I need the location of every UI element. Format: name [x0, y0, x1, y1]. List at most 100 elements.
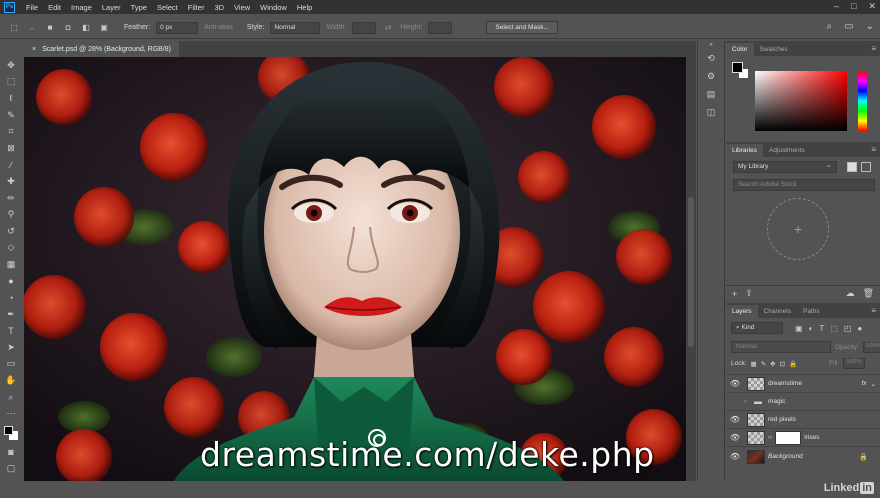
move-tool-icon[interactable]: ✥: [0, 57, 22, 74]
marquee-tool-icon[interactable]: ⬚: [0, 74, 22, 91]
pixel-filter-icon[interactable]: ▣: [795, 324, 803, 333]
menu-file[interactable]: File: [21, 3, 43, 12]
zoom-tool-icon[interactable]: ⌕: [0, 389, 22, 406]
lock-all-icon[interactable]: 🔒: [789, 360, 797, 368]
document-canvas[interactable]: [24, 57, 686, 481]
blend-mode-select[interactable]: Normal: [731, 341, 831, 353]
height-input[interactable]: [428, 21, 453, 34]
color-swatches-icon[interactable]: [0, 422, 22, 444]
channels-panel-icon[interactable]: ◫: [698, 103, 724, 121]
tab-paths[interactable]: Paths: [797, 305, 826, 318]
list-view-icon[interactable]: [861, 162, 871, 172]
foreground-color-swatch[interactable]: [732, 62, 743, 73]
add-content-icon[interactable]: +: [732, 289, 737, 299]
stamp-tool-icon[interactable]: ⚲: [0, 206, 22, 223]
layer-mask-thumbnail[interactable]: [775, 430, 802, 445]
lock-artboard-icon[interactable]: ⊡: [780, 360, 785, 368]
lasso-tool-icon[interactable]: ℓ: [0, 90, 22, 107]
menu-filter[interactable]: Filter: [183, 3, 210, 12]
stock-search-input[interactable]: Search Adobe Stock: [733, 179, 875, 191]
adjustment-filter-icon[interactable]: ◐: [809, 324, 814, 333]
swap-icon[interactable]: ⇄: [382, 22, 394, 34]
lock-pixels-icon[interactable]: ✎: [761, 360, 766, 368]
tab-layers[interactable]: Layers: [726, 305, 758, 318]
quick-select-tool-icon[interactable]: ✎: [0, 107, 22, 124]
close-icon[interactable]: ✕: [868, 1, 876, 12]
tab-swatches[interactable]: Swatches: [754, 43, 794, 56]
library-select[interactable]: My Library: [733, 160, 837, 173]
gradient-tool-icon[interactable]: ▦: [0, 256, 22, 273]
menu-view[interactable]: View: [229, 3, 255, 12]
brush-tool-icon[interactable]: ✏: [0, 190, 22, 207]
path-select-tool-icon[interactable]: ➤: [0, 339, 22, 356]
layer-row[interactable]: 👁 red pixels: [726, 410, 880, 428]
document-tab[interactable]: × Scarlet.psd @ 28% (Background, RGB/8): [24, 41, 179, 57]
type-tool-icon[interactable]: T: [0, 323, 22, 340]
fx-badge[interactable]: fx: [861, 380, 866, 387]
swatches-panel-icon[interactable]: ▤: [698, 85, 724, 103]
intersect-selection-icon[interactable]: ▣: [98, 22, 110, 34]
minimize-icon[interactable]: –: [834, 1, 839, 12]
library-drop-zone[interactable]: +: [767, 198, 829, 260]
width-input[interactable]: [352, 21, 377, 34]
add-selection-icon[interactable]: ◘: [62, 22, 74, 34]
cloud-icon[interactable]: ☁: [846, 288, 855, 299]
eye-icon[interactable]: 👁: [726, 452, 744, 461]
search-icon[interactable]: ⌕: [827, 21, 833, 32]
workspace-icon[interactable]: ▭: [844, 21, 853, 32]
panel-menu-icon[interactable]: ≡: [871, 306, 876, 315]
subtract-selection-icon[interactable]: ◧: [80, 22, 92, 34]
menu-select[interactable]: Select: [152, 3, 183, 12]
eye-icon[interactable]: 👁: [726, 433, 744, 442]
crop-tool-icon[interactable]: ⌗: [0, 123, 22, 140]
history-brush-tool-icon[interactable]: ↺: [0, 223, 22, 240]
lock-position-icon[interactable]: ✥: [770, 360, 775, 368]
chevron-right-icon[interactable]: ›: [744, 398, 754, 405]
tab-adjustments[interactable]: Adjustments: [763, 144, 811, 157]
scrollbar-thumb[interactable]: [688, 197, 694, 347]
canvas-scrollbar[interactable]: [686, 57, 696, 481]
menu-edit[interactable]: Edit: [43, 3, 66, 12]
shape-tool-icon[interactable]: ▭: [0, 356, 22, 373]
shape-filter-icon[interactable]: ⬚: [830, 324, 838, 333]
dodge-tool-icon[interactable]: ◔: [0, 289, 22, 306]
menu-image[interactable]: Image: [66, 3, 97, 12]
menu-3d[interactable]: 3D: [209, 3, 229, 12]
maximize-icon[interactable]: □: [851, 1, 856, 12]
tab-color[interactable]: Color: [726, 43, 754, 56]
menu-window[interactable]: Window: [255, 3, 292, 12]
lock-transparent-icon[interactable]: ▦: [751, 360, 757, 368]
healing-tool-icon[interactable]: ✚: [0, 173, 22, 190]
type-filter-icon[interactable]: T: [819, 324, 824, 333]
feather-input[interactable]: 0 px: [156, 21, 199, 34]
upload-icon[interactable]: ⇪: [745, 288, 753, 299]
blur-tool-icon[interactable]: ●: [0, 273, 22, 290]
smartobject-filter-icon[interactable]: ◰: [844, 324, 852, 333]
chevron-down-icon[interactable]: ⌄: [866, 21, 874, 32]
panel-menu-icon[interactable]: ≡: [871, 145, 876, 154]
hand-tool-icon[interactable]: ✋: [0, 372, 22, 389]
lock-icon[interactable]: 🔒: [859, 453, 868, 461]
more-tools-icon[interactable]: ⋯: [0, 405, 22, 422]
fill-input[interactable]: 100%: [843, 358, 866, 369]
layer-row[interactable]: › ▬ magic: [726, 392, 880, 410]
close-tab-icon[interactable]: ×: [32, 46, 36, 53]
history-panel-icon[interactable]: ⟲: [698, 49, 724, 67]
layer-row[interactable]: 👁 dreamstime fx ⌄: [726, 374, 880, 392]
collapse-icon[interactable]: «: [698, 41, 724, 49]
link-icon[interactable]: ∞: [768, 435, 772, 441]
eyedropper-tool-icon[interactable]: ⁄: [0, 157, 22, 174]
menu-layer[interactable]: Layer: [97, 3, 126, 12]
tab-libraries[interactable]: Libraries: [726, 144, 763, 157]
quick-mask-icon[interactable]: ◙: [0, 444, 22, 461]
menu-help[interactable]: Help: [292, 3, 317, 12]
chevron-down-icon[interactable]: ⌄: [871, 380, 876, 388]
screen-mode-icon[interactable]: ▢: [0, 461, 22, 478]
tab-channels[interactable]: Channels: [758, 305, 797, 318]
kind-filter-select[interactable]: ⌕ Kind: [731, 322, 783, 334]
frame-tool-icon[interactable]: ⊠: [0, 140, 22, 157]
hue-slider[interactable]: [858, 71, 867, 131]
eye-hidden-icon[interactable]: [726, 397, 744, 406]
select-and-mask-button[interactable]: Select and Mask...: [486, 21, 558, 34]
eye-icon[interactable]: 👁: [726, 415, 744, 424]
